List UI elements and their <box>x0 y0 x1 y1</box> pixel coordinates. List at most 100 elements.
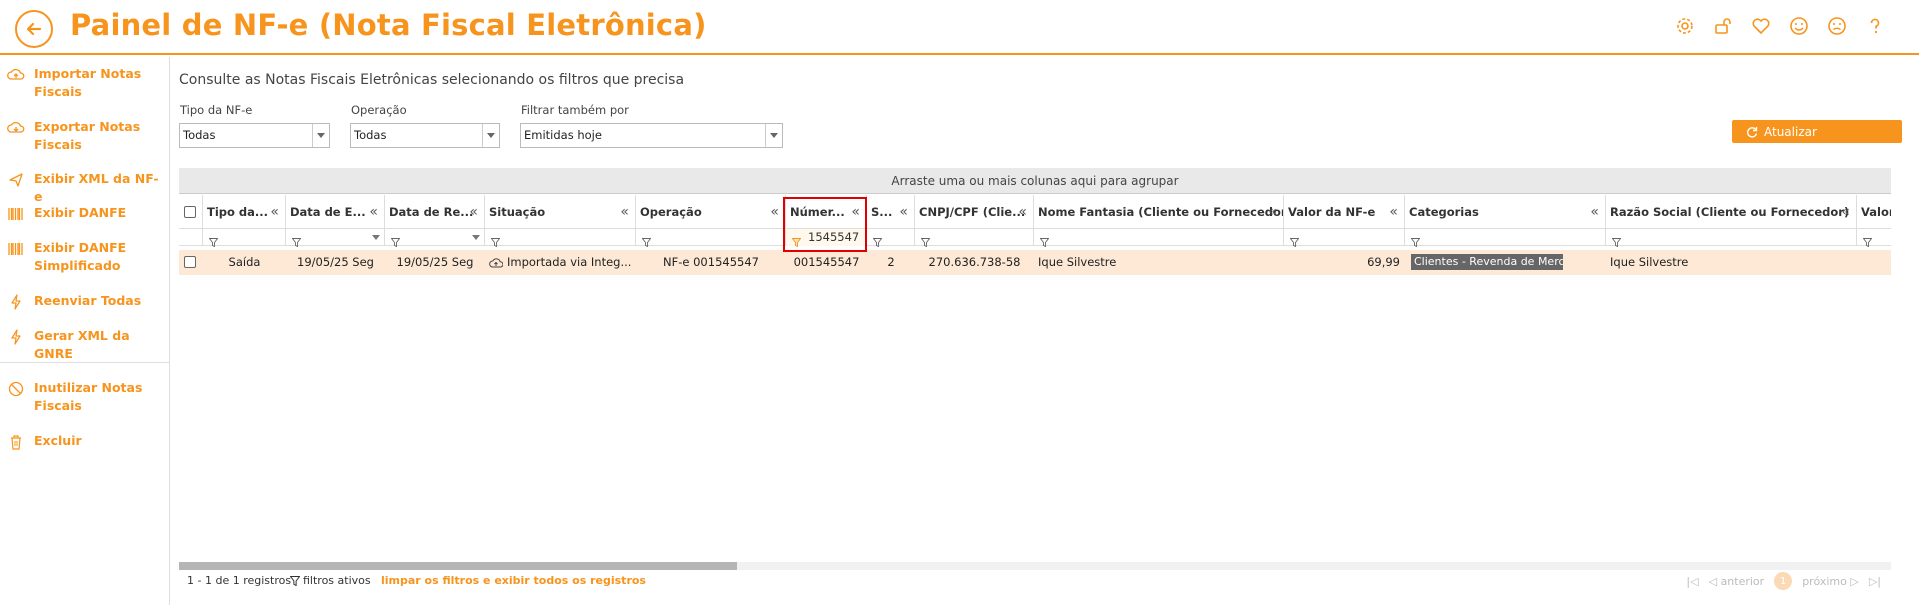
filter-cell-valor-nfe[interactable] <box>1284 229 1405 248</box>
sidebar-item-label: Reenviar Todas <box>34 293 142 308</box>
filter-icon[interactable] <box>1410 232 1421 251</box>
cell-razao-social: Ique Silvestre <box>1610 255 1689 269</box>
active-filters[interactable]: filtros ativos <box>290 574 371 587</box>
collapse-icon[interactable]: « <box>369 195 378 229</box>
help-icon[interactable] <box>1863 14 1887 38</box>
sidebar-item-exibir-xml[interactable]: Exibir XML da NF-e <box>6 170 164 206</box>
col-header-label: CNPJ/CPF (Clie... <box>919 205 1026 219</box>
filter-icon[interactable] <box>1862 232 1873 251</box>
col-header-valor-nfe[interactable]: Valor da NF-e « <box>1284 195 1405 229</box>
filter-cell-cnpj[interactable] <box>915 229 1034 248</box>
gear-icon[interactable] <box>1673 14 1697 38</box>
sidebar-item-label: Exportar Notas Fiscais <box>34 119 141 152</box>
collapse-icon[interactable]: « <box>270 195 279 229</box>
filter-cell-data-registro[interactable] <box>385 229 485 248</box>
collapse-icon[interactable]: « <box>1389 195 1398 229</box>
collapse-icon[interactable]: « <box>1268 195 1277 229</box>
filter-cell-operacao[interactable] <box>636 229 786 248</box>
filter-cell-situacao[interactable] <box>485 229 636 248</box>
filtrar-select[interactable]: Emitidas hoje <box>520 123 783 148</box>
filter-cell-categorias[interactable] <box>1405 229 1606 248</box>
collapse-icon[interactable]: « <box>469 195 478 229</box>
sidebar-item-exibir-danfe[interactable]: Exibir DANFE <box>6 204 164 223</box>
prev-page-button[interactable]: ◁ anterior <box>1709 575 1765 588</box>
filter-icon[interactable] <box>208 232 219 251</box>
group-by-bar[interactable]: Arraste uma ou mais colunas aqui para ag… <box>179 168 1891 194</box>
filter-icon[interactable] <box>920 232 931 251</box>
sidebar-item-exportar[interactable]: Exportar Notas Fiscais <box>6 118 164 154</box>
sidebar-item-reenviar[interactable]: Reenviar Todas <box>6 292 164 311</box>
sidebar-item-importar[interactable]: Importar Notas Fiscais <box>6 65 164 101</box>
col-header-data-emissao[interactable]: Data de E... « <box>286 195 385 229</box>
col-header-cnpj[interactable]: CNPJ/CPF (Clie... « <box>915 195 1034 229</box>
next-page-button[interactable]: próximo ▷ <box>1802 575 1859 588</box>
filter-icon[interactable] <box>291 232 302 251</box>
table-row[interactable]: Saída 19/05/25 Seg 19/05/25 Seg Importad… <box>179 250 1891 275</box>
filter-icon[interactable] <box>1611 232 1622 251</box>
last-page-icon[interactable]: ▷| <box>1869 575 1881 588</box>
cloud-download-icon <box>6 119 26 137</box>
col-header-valor[interactable]: Valor <box>1857 195 1891 229</box>
row-checkbox[interactable] <box>184 256 196 268</box>
chevron-down-icon[interactable] <box>472 235 480 240</box>
cell-data-registro: 19/05/25 Seg <box>396 255 474 269</box>
tipo-select[interactable]: Todas <box>179 123 330 148</box>
sidebar-item-inutilizar[interactable]: Inutilizar Notas Fiscais <box>6 379 164 415</box>
neutral-face-icon[interactable] <box>1825 14 1849 38</box>
filter-icon[interactable] <box>872 232 883 251</box>
cloud-upload-icon <box>489 257 503 267</box>
unlock-icon[interactable] <box>1711 14 1735 38</box>
collapse-icon[interactable]: « <box>770 195 779 229</box>
filter-icon[interactable] <box>641 232 652 251</box>
horizontal-scrollbar[interactable] <box>179 562 1891 570</box>
refresh-button[interactable]: Atualizar <box>1732 120 1902 143</box>
filter-cell-nome-fantasia[interactable] <box>1034 229 1284 248</box>
filter-cell-numero[interactable]: 1545547 <box>786 229 867 248</box>
sidebar-item-excluir[interactable]: Excluir <box>6 432 164 451</box>
sidebar-item-label: Exibir XML da NF-e <box>34 171 159 204</box>
filter-icon[interactable] <box>1039 232 1050 251</box>
heart-icon[interactable] <box>1749 14 1773 38</box>
sidebar-item-label: Importar Notas Fiscais <box>34 66 142 99</box>
smile-icon[interactable] <box>1787 14 1811 38</box>
first-page-icon[interactable]: |◁ <box>1686 575 1698 588</box>
scrollbar-thumb[interactable] <box>179 562 737 570</box>
filter-cell-valor[interactable] <box>1857 229 1891 248</box>
collapse-icon[interactable]: « <box>851 195 860 229</box>
col-header-situacao[interactable]: Situação « <box>485 195 636 229</box>
filter-cell-tipo[interactable] <box>203 229 286 248</box>
collapse-icon[interactable]: « <box>899 195 908 229</box>
record-count: 1 - 1 de 1 registros <box>187 574 292 587</box>
collapse-icon[interactable]: « <box>1018 195 1027 229</box>
select-all-checkbox[interactable] <box>184 206 196 218</box>
collapse-icon[interactable]: « <box>1841 195 1850 229</box>
col-header-operacao[interactable]: Operação « <box>636 195 786 229</box>
col-header-data-registro[interactable]: Data de Re... « <box>385 195 485 229</box>
sidebar-item-label: Inutilizar Notas Fiscais <box>34 380 143 413</box>
col-header-nome-fantasia[interactable]: Nome Fantasia (Cliente ou Fornecedor) « <box>1034 195 1284 229</box>
filter-active-icon[interactable] <box>791 232 802 251</box>
filter-cell-data-emissao[interactable] <box>286 229 385 248</box>
filter-icon[interactable] <box>490 232 501 251</box>
col-header-razao-social[interactable]: Razão Social (Cliente ou Fornecedor) « <box>1606 195 1857 229</box>
filter-cell-serie[interactable] <box>867 229 915 248</box>
current-page[interactable]: 1 <box>1774 572 1793 590</box>
sidebar-item-gerar-gnre[interactable]: Gerar XML da GNRE <box>6 327 164 363</box>
back-button[interactable] <box>15 10 53 48</box>
cell-situacao: Importada via Integ... <box>489 250 636 275</box>
collapse-icon[interactable]: « <box>620 195 629 229</box>
operacao-select[interactable]: Todas <box>350 123 500 148</box>
col-header-serie[interactable]: S... « <box>867 195 915 229</box>
filter-cell-razao-social[interactable] <box>1606 229 1857 248</box>
filter-icon[interactable] <box>390 232 401 251</box>
trash-icon <box>6 433 26 451</box>
clear-filters-link[interactable]: limpar os filtros e exibir todos os regi… <box>381 574 646 587</box>
col-header-numero[interactable]: Númer... « <box>786 195 867 229</box>
sidebar-item-exibir-danfe-simplificado[interactable]: Exibir DANFE Simplificado <box>6 239 164 275</box>
filter-icon[interactable] <box>1289 232 1300 251</box>
collapse-icon[interactable]: « <box>1590 195 1599 229</box>
col-header-categorias[interactable]: Categorias « <box>1405 195 1606 229</box>
chevron-down-icon[interactable] <box>372 235 380 240</box>
numero-filter-value[interactable]: 1545547 <box>808 229 859 246</box>
col-header-tipo[interactable]: Tipo da... « <box>203 195 286 229</box>
